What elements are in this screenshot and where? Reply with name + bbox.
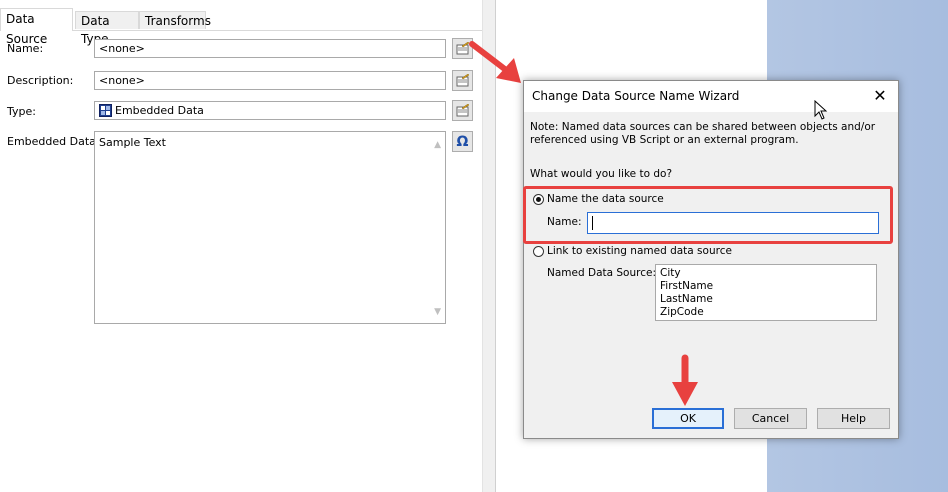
embedded-data-textarea[interactable]: Sample Text ▲ ▼ xyxy=(94,131,446,324)
description-label: Description: xyxy=(7,74,74,87)
scroll-down-icon[interactable]: ▼ xyxy=(434,307,441,317)
list-item[interactable]: LastName xyxy=(660,293,872,306)
scroll-up-icon[interactable]: ▲ xyxy=(434,140,441,150)
embedded-data-label: Embedded Data: xyxy=(7,135,100,148)
textarea-scrollbar[interactable]: ▲ ▼ xyxy=(429,132,445,323)
tab-data-type[interactable]: Data Type xyxy=(75,11,139,46)
named-data-source-list[interactable]: City FirstName LastName ZipCode xyxy=(655,264,877,321)
close-icon[interactable]: ✕ xyxy=(870,86,890,106)
database-icon xyxy=(99,104,112,117)
change-name-wizard-dialog: Change Data Source Name Wizard ✕ Note: N… xyxy=(523,80,899,439)
dialog-note: Note: Named data sources can be shared b… xyxy=(530,121,876,146)
radio-link-existing[interactable] xyxy=(533,246,544,257)
dialog-titlebar[interactable]: Change Data Source Name Wizard ✕ xyxy=(524,81,898,120)
tab-strip: Data Source Data Type Transforms xyxy=(0,8,482,46)
named-source-label: Named Data Source: xyxy=(547,267,656,279)
list-item[interactable]: ZipCode xyxy=(660,306,872,319)
omega-icon: Ω xyxy=(456,133,469,150)
type-edit-button[interactable] xyxy=(452,100,473,121)
edit-icon xyxy=(456,104,469,117)
cancel-button[interactable]: Cancel xyxy=(734,408,807,429)
dialog-title: Change Data Source Name Wizard xyxy=(532,89,740,103)
type-label: Type: xyxy=(7,105,36,118)
red-arrow-icon xyxy=(672,354,698,406)
mouse-cursor-icon xyxy=(814,100,828,120)
tab-transforms[interactable]: Transforms xyxy=(139,11,211,29)
type-value: Embedded Data xyxy=(115,104,204,117)
special-character-button[interactable]: Ω xyxy=(452,131,473,152)
red-arrow-icon xyxy=(469,41,521,83)
embedded-data-value: Sample Text xyxy=(99,136,166,149)
help-button[interactable]: Help xyxy=(817,408,890,429)
ok-button[interactable]: OK xyxy=(652,408,724,429)
dialog-question: What would you like to do? xyxy=(530,168,673,180)
tab-data-source[interactable]: Data Source xyxy=(0,8,73,46)
type-field[interactable]: Embedded Data xyxy=(94,101,446,120)
description-field[interactable]: <none> xyxy=(94,71,446,90)
name-field[interactable]: <none> xyxy=(94,39,446,58)
highlight-box xyxy=(523,186,893,244)
radio-link-label[interactable]: Link to existing named data source xyxy=(547,245,732,257)
list-item[interactable]: FirstName xyxy=(660,280,872,293)
list-item[interactable]: City xyxy=(660,267,872,280)
